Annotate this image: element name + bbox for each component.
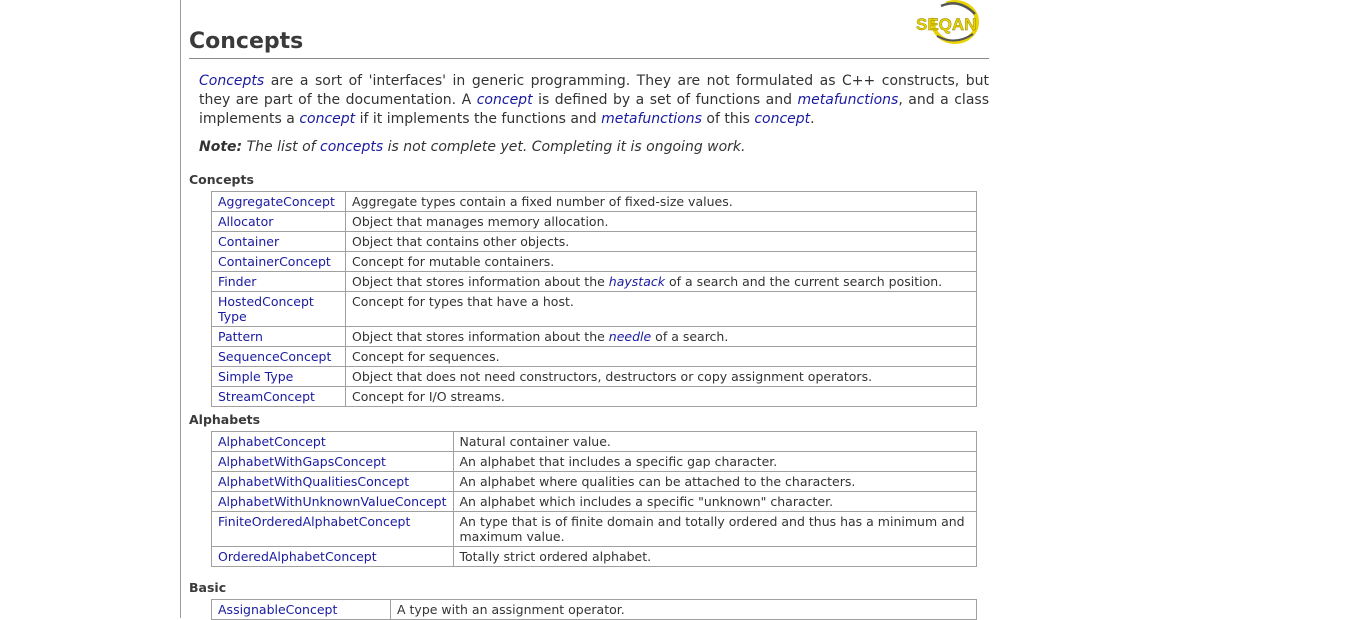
haystack-link[interactable]: haystack [609,274,665,289]
seqan-logo[interactable]: SEQAN [915,0,989,44]
table-row: Simple Type Object that does not need co… [211,366,977,387]
alphabet-description: An alphabet which includes a specific "u… [452,491,977,512]
note-paragraph: Note: The list of concepts is not comple… [199,139,746,155]
metafunctions-link-2[interactable]: metafunctions [601,111,702,127]
alphabets-table: AlphabetConcept Natural container value.… [211,431,977,567]
table-row: OrderedAlphabetConcept Totally strict or… [211,546,977,567]
table-row: AggregateConcept Aggregate types contain… [211,191,977,212]
table-row: AlphabetConcept Natural container value. [211,431,977,452]
alphabet-description: An alphabet that includes a specific gap… [452,451,977,472]
table-row: StreamConcept Concept for I/O streams. [211,386,977,407]
basic-name-link[interactable]: AssignableConcept [211,599,391,620]
concepts-note-link[interactable]: concepts [320,139,383,155]
alphabet-description: An alphabet where qualities can be attac… [452,471,977,492]
concept-description: Concept for I/O streams. [345,386,977,407]
concept-link-3[interactable]: concept [754,111,810,127]
table-row: Container Object that contains other obj… [211,231,977,252]
title-divider [189,58,989,59]
alphabet-description: An type that is of finite domain and tot… [452,511,977,547]
concepts-table: AggregateConcept Aggregate types contain… [211,191,977,407]
concept-name-link[interactable]: Simple Type [211,366,346,387]
metafunctions-link[interactable]: metafunctions [798,92,899,108]
alphabet-name-link[interactable]: AlphabetWithGapsConcept [211,451,454,472]
table-row: Finder Object that stores information ab… [211,271,977,292]
alphabet-name-link[interactable]: AlphabetConcept [211,431,454,452]
concept-description: Object that does not need constructors, … [345,366,977,387]
table-row: Allocator Object that manages memory all… [211,211,977,232]
alphabet-name-link[interactable]: FiniteOrderedAlphabetConcept [211,511,454,547]
concept-name-link[interactable]: SequenceConcept [211,346,346,367]
alphabet-name-link[interactable]: AlphabetWithQualitiesConcept [211,471,454,492]
table-row: SequenceConcept Concept for sequences. [211,346,977,367]
table-row: Pattern Object that stores information a… [211,326,977,347]
page-title: Concepts [189,29,304,54]
section-title-basic: Basic [189,580,227,595]
basic-table: AssignableConcept A type with an assignm… [211,599,977,620]
concept-description: Object that contains other objects. [345,231,977,252]
table-row: ContainerConcept Concept for mutable con… [211,251,977,272]
table-row: AssignableConcept A type with an assignm… [211,599,977,620]
intro-paragraph: Concepts are a sort of 'interfaces' in g… [199,73,989,127]
section-title-alphabets: Alphabets [189,412,261,427]
concept-name-link[interactable]: Allocator [211,211,346,232]
alphabet-name-link[interactable]: AlphabetWithUnknownValueConcept [211,491,454,512]
table-row: AlphabetWithGapsConcept An alphabet that… [211,451,977,472]
basic-description: A type with an assignment operator. [390,599,977,620]
alphabet-name-link[interactable]: OrderedAlphabetConcept [211,546,454,567]
concept-name-link[interactable]: HostedConcept Type [211,291,346,327]
concept-description: Concept for types that have a host. [345,291,977,327]
concept-name-link[interactable]: Finder [211,271,346,292]
concepts-link[interactable]: Concepts [199,73,264,89]
concept-name-link[interactable]: ContainerConcept [211,251,346,272]
note-label: Note: [199,139,243,155]
concept-name-link[interactable]: AggregateConcept [211,191,346,212]
alphabet-description: Natural container value. [452,431,977,452]
table-row: AlphabetWithUnknownValueConcept An alpha… [211,491,977,512]
concept-description: Concept for mutable containers. [345,251,977,272]
section-title-concepts: Concepts [189,172,254,187]
concept-description: Object that manages memory allocation. [345,211,977,232]
needle-link[interactable]: needle [609,329,651,344]
table-row: AlphabetWithQualitiesConcept An alphabet… [211,471,977,492]
sidebar-border [180,0,181,618]
concept-link-2[interactable]: concept [299,111,355,127]
concept-description: Object that stores information about the… [345,326,977,347]
concept-name-link[interactable]: Pattern [211,326,346,347]
concept-link[interactable]: concept [477,92,533,108]
alphabet-description: Totally strict ordered alphabet. [452,546,977,567]
concept-name-link[interactable]: StreamConcept [211,386,346,407]
concept-description: Aggregate types contain a fixed number o… [345,191,977,212]
concept-description: Concept for sequences. [345,346,977,367]
table-row: FiniteOrderedAlphabetConcept An type tha… [211,511,977,547]
concept-name-link[interactable]: Container [211,231,346,252]
table-row: HostedConcept Type Concept for types tha… [211,291,977,327]
concept-description: Object that stores information about the… [345,271,977,292]
logo-text: SEQAN [916,15,976,34]
